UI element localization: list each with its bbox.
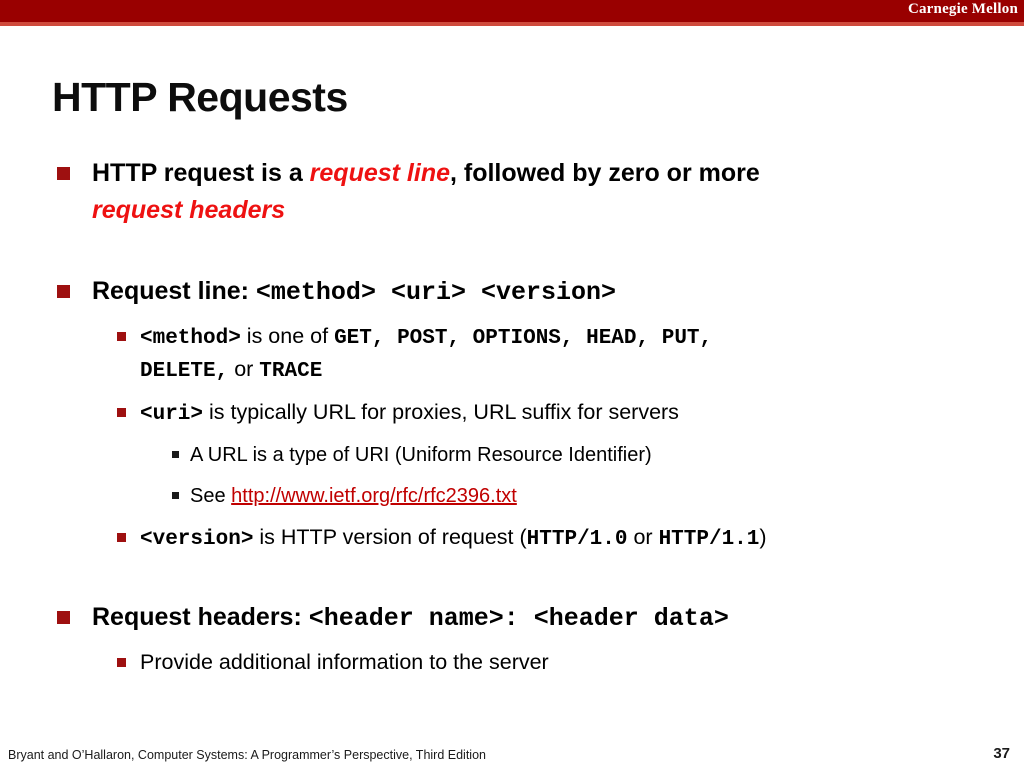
method-list-line1: GET, POST, OPTIONS, HEAD, PUT, — [334, 327, 713, 350]
version-text-a: is HTTP version of request ( — [253, 525, 527, 549]
bullet-level1-request-headers: Request headers: <header name>: <header … — [0, 599, 1024, 637]
bullet-square-icon — [57, 611, 70, 624]
bullet1-emphasis-request-line: request line — [309, 159, 450, 187]
method-token: <method> — [140, 327, 241, 350]
banner-accent-rule — [0, 22, 1024, 26]
bullet-square-icon — [57, 285, 70, 298]
method-text-a: is one of — [240, 324, 335, 348]
uri-text: is typically URL for proxies, URL suffix… — [203, 400, 679, 424]
slide-number: 37 — [993, 745, 1010, 762]
bullet-square-icon — [117, 533, 126, 542]
institution-label: Carnegie Mellon — [907, 1, 1018, 17]
headers-purpose-text: Provide additional information to the se… — [140, 650, 549, 674]
bullet-square-icon — [117, 332, 126, 341]
bullet-level2-uri: <uri> is typically URL for proxies, URL … — [0, 397, 1024, 430]
request-headers-label: Request headers: — [92, 603, 309, 631]
bullet-level2-method: <method> is one of GET, POST, OPTIONS, H… — [0, 321, 1024, 354]
footer-citation: Bryant and O’Hallaron, Computer Systems:… — [8, 748, 486, 762]
bullet-square-icon — [117, 408, 126, 417]
bullet-level3-rfc-reference: See http://www.ietf.org/rfc/rfc2396.txt — [0, 481, 1024, 512]
method-text-b: or — [228, 357, 260, 381]
bullet-level1-request-line: Request line: <method> <uri> <version> — [0, 273, 1024, 311]
version-text-c: ) — [759, 525, 767, 549]
bullet-level2-method-continued: DELETE, or TRACE — [0, 354, 1024, 387]
bullet-block-request-line: Request line: <method> <uri> <version> <… — [0, 273, 1024, 555]
request-line-label: Request line: — [92, 277, 256, 305]
page-title: HTTP Requests — [52, 74, 348, 121]
version-token: <version> — [140, 528, 254, 551]
bullet-level1-request-definition: HTTP request is a request line, followed… — [0, 155, 1024, 192]
bullet-square-icon — [117, 658, 126, 667]
bullet-level2-version: <version> is HTTP version of request (HT… — [0, 522, 1024, 555]
bullet-level3-url-definition: A URL is a type of URI (Uniform Resource… — [0, 440, 1024, 471]
bullet-level2-headers-purpose: Provide additional information to the se… — [0, 647, 1024, 678]
url-definition-text: A URL is a type of URI (Uniform Resource… — [190, 444, 652, 466]
request-headers-syntax: <header name>: <header data> — [308, 604, 729, 633]
bullet-block-request-definition: HTTP request is a request line, followed… — [0, 155, 1024, 229]
slide-body: HTTP request is a request line, followed… — [0, 155, 1024, 678]
method-list-line3: TRACE — [259, 360, 323, 383]
uri-token: <uri> — [140, 403, 204, 426]
bullet1-emphasis-request-headers: request headers — [92, 196, 286, 224]
method-list-line2: DELETE, — [140, 360, 229, 383]
version-text-b: or — [627, 525, 659, 549]
bullet1-text-b: , followed by zero or more — [450, 159, 760, 187]
bullet-square-icon — [57, 167, 70, 180]
bullet1-text-a: HTTP request is a — [92, 159, 310, 187]
http-1-1-token: HTTP/1.1 — [658, 528, 760, 551]
request-line-syntax: <method> <uri> <version> — [255, 278, 616, 307]
bullet-level1-request-headers-emphasis: request headers — [0, 192, 1024, 229]
http-1-0-token: HTTP/1.0 — [526, 528, 628, 551]
bullet-square-icon — [172, 451, 179, 458]
bullet-square-icon — [172, 492, 179, 499]
top-banner — [0, 0, 1024, 22]
bullet-block-request-headers: Request headers: <header name>: <header … — [0, 599, 1024, 678]
rfc-see-label: See — [190, 485, 232, 507]
rfc2396-link[interactable]: http://www.ietf.org/rfc/rfc2396.txt — [231, 485, 517, 507]
